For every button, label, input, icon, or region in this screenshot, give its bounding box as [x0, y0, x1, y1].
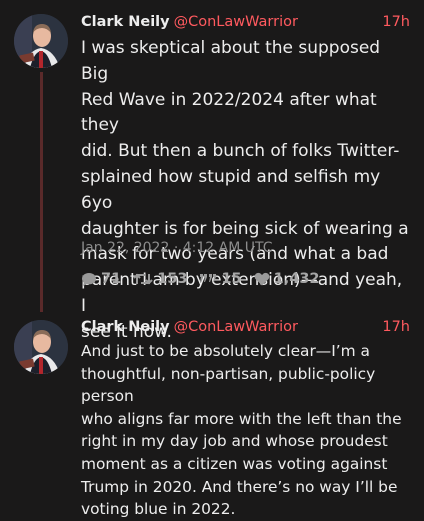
author-name[interactable]: Clark Neily — [81, 14, 170, 30]
tweet[interactable]: Clark Neily @ConLawWarrior 17h I was skep… — [0, 0, 424, 342]
tweet[interactable]: Clark Neily @ConLawWarrior 17h And just t… — [0, 312, 424, 518]
tweet-header: Clark Neily @ConLawWarrior 17h — [81, 317, 410, 337]
author-handle[interactable]: @ConLawWarrior — [174, 14, 298, 30]
like-count: 1,432 — [273, 271, 320, 287]
tweet-line: I was skeptical about the supposed Big — [81, 38, 381, 84]
tweet-line: thoughtful, non-partisan, public-policy … — [81, 364, 376, 406]
tweet-line: splained how stupid and selfish my 6yo — [81, 166, 381, 213]
tweet-line: right in my day job and whose proudest — [81, 432, 388, 451]
tweet-line: Red Wave in 2022/2024 after what they — [81, 89, 377, 136]
author-name[interactable]: Clark Neily — [81, 319, 170, 335]
tweet-time[interactable]: 17h — [382, 317, 410, 337]
reply-count: 71 — [101, 271, 122, 287]
author-handle[interactable]: @ConLawWarrior — [174, 319, 298, 335]
tweet-line: Trump in 2020. And there’s no way I’ll b… — [81, 477, 398, 496]
tweet-stats: 71 153 15 1,432 — [81, 269, 332, 289]
tweet-line: moment as a citizen was voting against — [81, 454, 388, 473]
tweet-header: Clark Neily @ConLawWarrior 17h — [81, 12, 410, 32]
tweet-time[interactable]: 17h — [382, 12, 410, 32]
tweet-text: I was skeptical about the supposed Big R… — [81, 36, 411, 346]
heart-icon — [254, 272, 269, 286]
retweet-icon — [133, 273, 153, 285]
quote-icon — [200, 274, 217, 282]
tweet-line: And just to be absolutely clear—I’m a — [81, 342, 370, 360]
avatar[interactable] — [14, 320, 68, 374]
like-stat[interactable]: 1,432 — [254, 271, 320, 287]
tweet-date[interactable]: Jan 22, 2022 · 4:12 AM UTC — [81, 240, 272, 256]
avatar[interactable] — [14, 14, 68, 68]
tweet-line: daughter is for being sick of wearing a — [81, 218, 409, 239]
tweet-line: voting blue in 2022. — [81, 500, 236, 519]
tweet-line: who aligns far more with the left than t… — [81, 409, 402, 428]
comment-icon — [82, 272, 96, 286]
quote-stat[interactable]: 15 — [199, 271, 242, 287]
quote-count: 15 — [221, 271, 242, 287]
tweet-text: And just to be absolutely clear—I’m a th… — [81, 340, 411, 521]
reply-stat[interactable]: 71 — [81, 271, 121, 287]
retweet-count: 153 — [157, 271, 188, 287]
retweet-stat[interactable]: 153 — [133, 271, 187, 287]
thread-line — [40, 72, 43, 312]
tweet-line: did. But then a bunch of folks Twitter- — [81, 141, 400, 162]
